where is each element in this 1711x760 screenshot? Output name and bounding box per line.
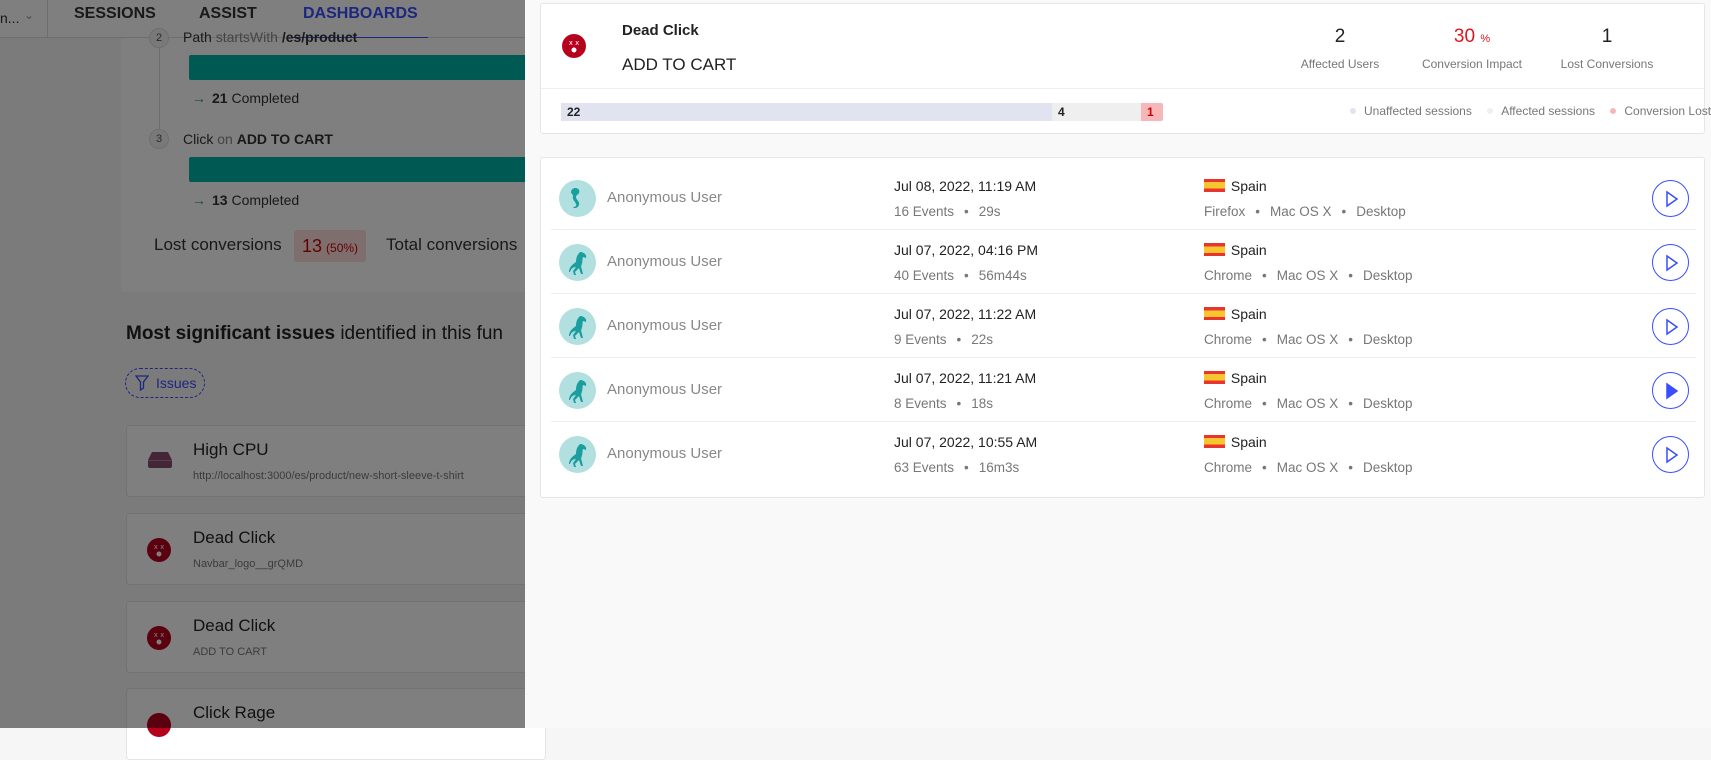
session-stats: 9 Events • 22s — [894, 332, 994, 347]
issue-detail-panel: x x Dead Click ADD TO CART 2 Affected Use… — [525, 0, 1711, 728]
avatar — [559, 180, 596, 217]
svg-text:x x: x x — [569, 39, 580, 47]
session-country: Spain — [1204, 178, 1267, 194]
affected-sessions-bar: 4 — [1052, 103, 1141, 121]
conversion-lost-bar: 1 — [1141, 103, 1163, 121]
play-icon — [1666, 446, 1679, 464]
metric-conversion-impact: 30 % Conversion Impact — [1421, 26, 1523, 71]
issue-target: ADD TO CART — [622, 55, 737, 74]
user-name[interactable]: Anonymous User — [607, 445, 722, 462]
session-date: Jul 07, 2022, 10:55 AM — [894, 434, 1038, 450]
session-environment: Firefox • Mac OS X • Desktop — [1204, 204, 1406, 219]
divider — [541, 88, 1704, 89]
user-name[interactable]: Anonymous User — [607, 253, 722, 270]
play-icon — [1666, 382, 1679, 400]
spain-flag-icon — [1204, 371, 1225, 384]
spain-flag-icon — [1204, 243, 1225, 256]
dead-click-icon: x x — [562, 34, 586, 58]
session-date: Jul 08, 2022, 11:19 AM — [894, 178, 1037, 194]
play-icon — [1666, 254, 1679, 272]
session-row[interactable]: Anonymous User Jul 07, 2022, 10:55 AM 63… — [551, 422, 1696, 486]
play-session-button[interactable] — [1652, 244, 1689, 281]
session-environment: Chrome • Mac OS X • Desktop — [1204, 332, 1413, 347]
session-date: Jul 07, 2022, 11:21 AM — [894, 370, 1037, 386]
session-date: Jul 07, 2022, 11:22 AM — [894, 306, 1037, 322]
session-environment: Chrome • Mac OS X • Desktop — [1204, 268, 1413, 283]
session-row[interactable]: Anonymous User Jul 07, 2022, 04:16 PM 40… — [551, 230, 1696, 294]
metric-affected-users: 2 Affected Users — [1300, 26, 1380, 71]
play-session-button[interactable] — [1652, 372, 1689, 409]
spain-flag-icon — [1204, 307, 1225, 320]
spain-flag-icon — [1204, 435, 1225, 448]
issue-summary-card: x x Dead Click ADD TO CART 2 Affected Use… — [540, 3, 1711, 134]
session-country: Spain — [1204, 242, 1267, 258]
user-name[interactable]: Anonymous User — [607, 381, 722, 398]
play-icon — [1666, 190, 1679, 208]
play-icon — [1666, 318, 1679, 336]
session-environment: Chrome • Mac OS X • Desktop — [1204, 396, 1413, 411]
avatar — [559, 372, 596, 409]
session-row[interactable]: Anonymous User Jul 07, 2022, 11:22 AM 9 … — [551, 294, 1696, 358]
session-country: Spain — [1204, 370, 1267, 386]
play-session-button[interactable] — [1652, 180, 1689, 217]
unaffected-sessions-bar: 22 — [561, 103, 1052, 121]
sessions-legend: Unaffected sessions Affected sessions Co… — [1338, 104, 1711, 118]
session-row[interactable]: Anonymous User Jul 07, 2022, 11:21 AM 8 … — [551, 358, 1696, 422]
user-name[interactable]: Anonymous User — [607, 189, 722, 206]
metric-lost-conversions: 1 Lost Conversions — [1560, 26, 1654, 71]
play-session-button[interactable] — [1652, 308, 1689, 345]
session-stats: 8 Events • 18s — [894, 396, 994, 411]
play-session-button[interactable] — [1652, 436, 1689, 473]
user-name[interactable]: Anonymous User — [607, 317, 722, 334]
avatar — [559, 436, 596, 473]
avatar — [559, 308, 596, 345]
session-date: Jul 07, 2022, 04:16 PM — [894, 242, 1038, 258]
sessions-list: Anonymous User Jul 08, 2022, 11:19 AM 16… — [540, 157, 1705, 498]
session-stats: 40 Events • 56m44s — [894, 268, 1027, 283]
modal-backdrop[interactable] — [0, 0, 525, 728]
avatar — [559, 244, 596, 281]
issue-type: Dead Click — [622, 22, 699, 39]
session-stats: 16 Events • 29s — [894, 204, 1001, 219]
session-country: Spain — [1204, 434, 1267, 450]
session-environment: Chrome • Mac OS X • Desktop — [1204, 460, 1413, 475]
session-country: Spain — [1204, 306, 1267, 322]
session-stats: 63 Events • 16m3s — [894, 460, 1020, 475]
session-row[interactable]: Anonymous User Jul 08, 2022, 11:19 AM 16… — [551, 166, 1696, 230]
spain-flag-icon — [1204, 179, 1225, 192]
